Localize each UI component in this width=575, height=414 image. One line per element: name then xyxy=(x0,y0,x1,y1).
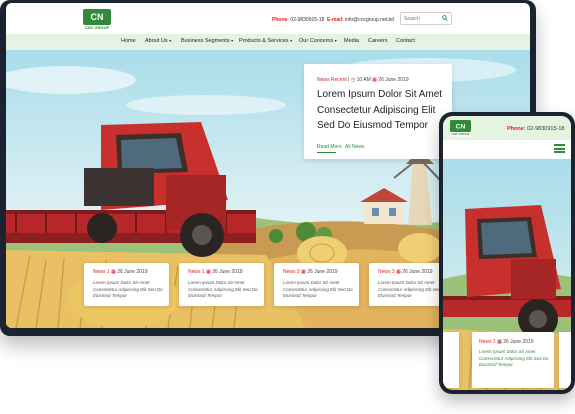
company-logo[interactable]: CN CNC GROUP xyxy=(83,9,111,31)
phone-label: Phone: xyxy=(272,17,289,23)
news-date: 26 June 2019 xyxy=(402,269,433,275)
hamburger-menu-icon[interactable] xyxy=(554,144,565,153)
calendar-icon: ▦ xyxy=(206,269,211,275)
calendar-icon: ▦ xyxy=(497,339,502,345)
nav-item-contact[interactable]: Contact xyxy=(396,38,415,44)
news-meta: News 3 ▦ 26 June 2019 xyxy=(378,269,433,275)
mobile-phone-contact: Phone: 02-9830915-18 xyxy=(507,126,564,132)
logo-mark: CN xyxy=(450,120,471,132)
company-logo[interactable]: CN CNC GROUP xyxy=(450,120,471,137)
nav-label: About Us xyxy=(145,38,168,44)
header-phone: Phone: 02-9830915-18 xyxy=(272,17,324,23)
nav-item-our-concerns[interactable]: Our Concerns ▾ xyxy=(299,38,337,44)
featured-date: 26 June 2019 xyxy=(378,77,409,83)
news-excerpt: Lorem Ipsum Dolor Sit Amet Consectetur A… xyxy=(479,349,549,367)
search-icon[interactable] xyxy=(442,15,448,21)
nav-item-careers[interactable]: Careers xyxy=(368,38,388,44)
email-label: E-mail: xyxy=(327,17,344,23)
nav-label: Careers xyxy=(368,38,388,44)
nav-label: Contact xyxy=(396,38,415,44)
news-date: 26 June 2019 xyxy=(117,269,148,275)
news-number: 1 xyxy=(492,339,496,345)
read-more-underline xyxy=(317,152,336,153)
calendar-icon: ▦ xyxy=(301,269,306,275)
phone-value: 02-9830915-18 xyxy=(290,17,325,23)
search-input[interactable] xyxy=(404,14,436,23)
mobile-news-card[interactable]: News 1 ▦ 26 June 2019 Lorem Ipsum Dolor … xyxy=(472,332,554,388)
clock-icon: ◷ xyxy=(350,77,356,83)
phone-screen: CN CNC GROUP Phone: 02-9830915-18 News 1… xyxy=(443,116,571,390)
chevron-down-icon: ▾ xyxy=(169,38,172,43)
news-tag: News xyxy=(188,269,201,275)
news-date: 26 June 2019 xyxy=(503,339,534,345)
header-email: E-mail: info@cncgroup.net.bd xyxy=(327,17,394,23)
phone-frame: CN CNC GROUP Phone: 02-9830915-18 News 1… xyxy=(439,112,575,394)
previous-news-card-peek[interactable] xyxy=(443,332,459,388)
calendar-icon: ▦ xyxy=(372,77,377,83)
news-tag: News xyxy=(93,269,106,275)
news-card[interactable]: News 1 ▦ 26 June 2019 Lorem Ipsum Dolor … xyxy=(84,263,169,306)
chevron-down-icon: ▾ xyxy=(290,38,293,43)
phone-label: Phone: xyxy=(507,126,526,132)
nav-item-products-services[interactable]: Products & Services ▾ xyxy=(239,38,292,44)
nav-label: Our Concerns xyxy=(299,38,334,44)
chevron-down-icon: ▾ xyxy=(231,38,234,43)
featured-news-card: News Recent | ◷ 10 AM ▦ 26 June 2019 Lor… xyxy=(304,64,452,159)
nav-label: Business Segments xyxy=(181,38,230,44)
news-excerpt: Lorem Ipsum Dolor Sit Amet Consectetur A… xyxy=(93,280,163,298)
featured-time: 10 AM xyxy=(356,77,371,83)
mobile-header: CN CNC GROUP Phone: 02-9830915-18 xyxy=(443,116,571,140)
featured-tag: News Recent xyxy=(317,77,347,83)
news-meta: News 1 ▦ 26 June 2019 xyxy=(479,339,534,345)
main-navigation: Home About Us ▾ Business Segments ▾ Prod… xyxy=(6,34,530,50)
news-tag: News xyxy=(479,339,492,345)
phone-value: 02-9830915-18 xyxy=(527,126,565,132)
nav-item-home[interactable]: Home xyxy=(121,38,136,44)
site-header: CN CNC GROUP Phone: 02-9830915-18 E-mail… xyxy=(6,3,530,34)
news-meta: News 3 ▦ 26 June 2019 xyxy=(283,269,338,275)
read-more-link[interactable]: Read More xyxy=(317,144,342,150)
news-excerpt: Lorem Ipsum Dolor Sit Amet Consectetur A… xyxy=(188,280,258,298)
news-date: 26 June 2019 xyxy=(212,269,243,275)
news-tag: News xyxy=(283,269,296,275)
news-meta: News 1 ▦ 26 June 2019 xyxy=(93,269,148,275)
chevron-down-icon: ▾ xyxy=(334,38,337,43)
featured-title[interactable]: Lorem Ipsum Dolor Sit Amet Consectetur A… xyxy=(317,87,445,134)
news-excerpt: Lorem Ipsum Dolor Sit Amet Consectetur A… xyxy=(283,280,353,298)
news-number: 3 xyxy=(296,269,300,275)
news-tag: News xyxy=(378,269,391,275)
nav-item-about-us[interactable]: About Us ▾ xyxy=(145,38,171,44)
featured-meta: News Recent | ◷ 10 AM ▦ 26 June 2019 xyxy=(317,77,409,83)
meta-separator: | xyxy=(348,77,350,83)
news-number: 1 xyxy=(106,269,110,275)
nav-item-business-segments[interactable]: Business Segments ▾ xyxy=(181,38,233,44)
nav-label: Media xyxy=(344,38,359,44)
next-news-card-peek[interactable] xyxy=(559,332,571,388)
logo-subtitle: CNC GROUP xyxy=(450,132,471,137)
news-number: 1 xyxy=(201,269,205,275)
news-card[interactable]: News 1 ▦ 26 June 2019 Lorem Ipsum Dolor … xyxy=(179,263,264,306)
logo-subtitle: CNC GROUP xyxy=(83,25,111,31)
news-card[interactable]: News 3 ▦ 26 June 2019 Lorem Ipsum Dolor … xyxy=(274,263,359,306)
nav-label: Products & Services xyxy=(239,38,289,44)
all-news-link[interactable]: All News xyxy=(345,144,364,150)
news-number: 3 xyxy=(391,269,395,275)
nav-item-media[interactable]: Media xyxy=(344,38,359,44)
search-box xyxy=(400,12,452,25)
news-meta: News 1 ▦ 26 June 2019 xyxy=(188,269,243,275)
calendar-icon: ▦ xyxy=(111,269,116,275)
logo-mark: CN xyxy=(83,9,111,25)
news-date: 26 June 2019 xyxy=(307,269,338,275)
nav-label: Home xyxy=(121,38,136,44)
calendar-icon: ▦ xyxy=(396,269,401,275)
email-value: info@cncgroup.net.bd xyxy=(345,17,395,23)
